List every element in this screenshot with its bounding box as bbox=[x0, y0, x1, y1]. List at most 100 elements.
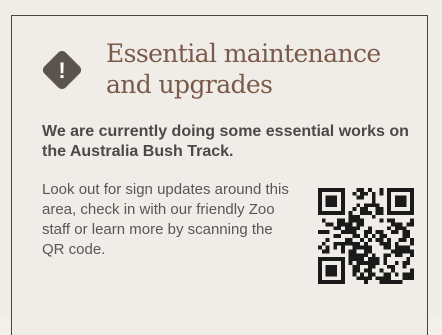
qr-module bbox=[375, 237, 380, 242]
qr-module bbox=[321, 257, 326, 261]
qr-module bbox=[402, 276, 407, 281]
qr-module bbox=[390, 188, 395, 192]
qr-module bbox=[333, 245, 338, 250]
qr-module bbox=[352, 230, 357, 235]
qr-module bbox=[371, 199, 376, 204]
qr-module bbox=[390, 222, 395, 227]
qr-module bbox=[371, 191, 376, 196]
qr-module bbox=[337, 188, 342, 192]
qr-module bbox=[341, 241, 345, 246]
qr-module bbox=[375, 211, 380, 215]
qr-module bbox=[348, 214, 353, 219]
qr-module bbox=[410, 203, 414, 208]
qr-module bbox=[379, 241, 384, 246]
qr-module bbox=[360, 272, 365, 277]
qr-module bbox=[394, 280, 399, 284]
qr-module bbox=[318, 195, 322, 200]
qr-module bbox=[318, 245, 322, 250]
qr-module bbox=[410, 241, 414, 246]
qr-module bbox=[398, 280, 403, 284]
qr-module bbox=[348, 249, 353, 254]
qr-module bbox=[387, 203, 391, 208]
qr-module bbox=[410, 195, 414, 200]
qr-module bbox=[352, 268, 357, 273]
qr-module bbox=[394, 211, 399, 215]
qr-module bbox=[383, 276, 388, 281]
qr-module bbox=[383, 280, 388, 284]
qr-module bbox=[379, 276, 384, 281]
qr-module bbox=[360, 257, 365, 261]
qr-module bbox=[402, 195, 407, 200]
qr-module bbox=[379, 211, 384, 215]
qr-module bbox=[394, 195, 399, 200]
qr-module bbox=[341, 203, 345, 208]
qr-module bbox=[379, 268, 384, 273]
qr-module bbox=[329, 195, 334, 200]
qr-module bbox=[325, 188, 330, 192]
qr-module bbox=[387, 272, 391, 277]
qr-module bbox=[371, 272, 376, 277]
qr-module bbox=[348, 260, 353, 265]
qr-module bbox=[383, 253, 388, 258]
qr-module bbox=[337, 222, 342, 227]
qr-module bbox=[333, 280, 338, 284]
qr-module bbox=[337, 241, 342, 246]
qr-module bbox=[394, 188, 399, 192]
qr-module bbox=[367, 211, 372, 215]
qr-module bbox=[390, 249, 395, 254]
qr-module bbox=[337, 218, 342, 223]
qr-module bbox=[379, 191, 384, 196]
qr-module bbox=[402, 203, 407, 208]
qr-module bbox=[341, 191, 345, 196]
qr-module bbox=[387, 264, 391, 269]
qr-module bbox=[402, 237, 407, 242]
qr-module bbox=[364, 211, 368, 215]
qr-module bbox=[360, 222, 365, 227]
qr-module bbox=[406, 276, 411, 281]
qr-module bbox=[375, 230, 380, 235]
qr-module bbox=[352, 191, 357, 196]
qr-module bbox=[410, 249, 414, 254]
qr-module bbox=[325, 249, 330, 254]
qr-module bbox=[348, 237, 353, 242]
qr-module bbox=[398, 253, 403, 258]
qr-module bbox=[360, 276, 365, 281]
qr-module bbox=[325, 211, 330, 215]
qr-module bbox=[398, 203, 403, 208]
qr-module bbox=[341, 195, 345, 200]
qr-module bbox=[318, 276, 322, 281]
qr-module bbox=[356, 218, 361, 223]
qr-module bbox=[325, 268, 330, 273]
qr-module bbox=[341, 245, 345, 250]
notice-body-text: Look out for sign updates around this ar… bbox=[42, 181, 289, 258]
qr-module bbox=[360, 260, 365, 265]
qr-module bbox=[387, 253, 391, 258]
qr-module bbox=[364, 191, 368, 196]
qr-module bbox=[329, 188, 334, 192]
qr-module bbox=[410, 207, 414, 212]
qr-module bbox=[379, 207, 384, 212]
qr-module bbox=[364, 253, 368, 258]
qr-module bbox=[333, 241, 338, 246]
qr-module bbox=[390, 211, 395, 215]
qr-module bbox=[367, 230, 372, 235]
qr-module bbox=[325, 245, 330, 250]
qr-module bbox=[356, 276, 361, 281]
qr-module bbox=[356, 195, 361, 200]
qr-module bbox=[410, 268, 414, 273]
qr-module bbox=[325, 280, 330, 284]
qr-module bbox=[360, 188, 365, 192]
qr-module bbox=[341, 211, 345, 215]
qr-module bbox=[356, 245, 361, 250]
qr-module bbox=[341, 230, 345, 235]
qr-module bbox=[406, 272, 411, 277]
qr-module bbox=[325, 272, 330, 277]
warning-symbol: ! bbox=[58, 58, 65, 83]
qr-module bbox=[383, 241, 388, 246]
qr-module bbox=[356, 222, 361, 227]
qr-module bbox=[383, 257, 388, 261]
qr-module bbox=[344, 222, 349, 227]
qr-module bbox=[371, 260, 376, 265]
qr-module bbox=[360, 207, 365, 212]
notice-title: Essential maintenance and upgrades bbox=[106, 39, 381, 99]
